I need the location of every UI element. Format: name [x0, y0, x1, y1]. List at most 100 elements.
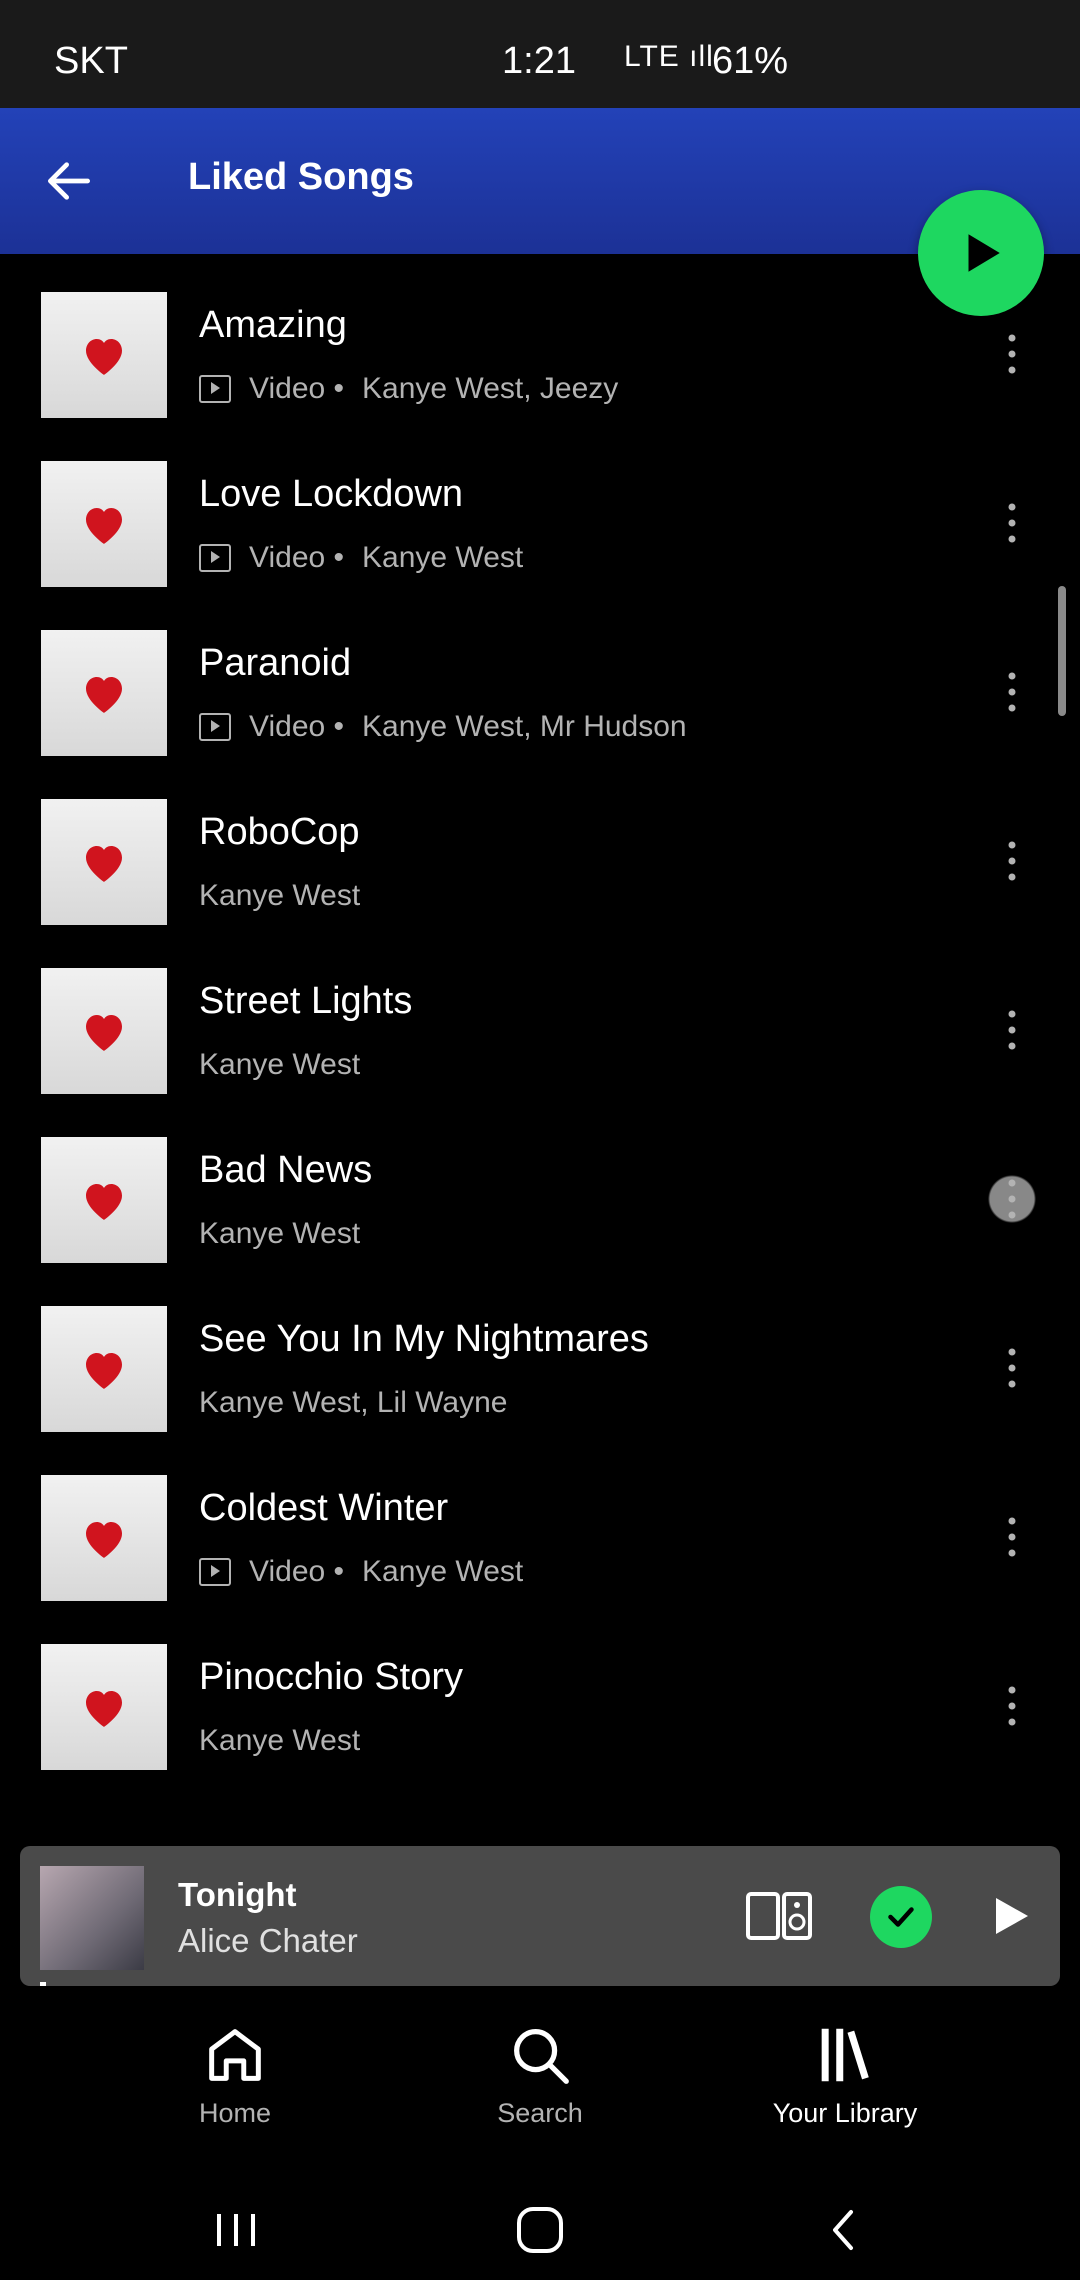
more-options-button[interactable] — [986, 990, 1038, 1070]
devices-icon — [746, 1892, 812, 1940]
more-vertical-icon — [1008, 1517, 1016, 1557]
more-options-button[interactable] — [986, 652, 1038, 732]
heart-icon — [86, 677, 122, 713]
album-art — [41, 1475, 167, 1601]
song-subtitle: Video • Kanye West — [199, 1555, 523, 1589]
video-label: Video • — [249, 372, 345, 405]
song-title: Amazing — [199, 304, 347, 346]
song-subtitle: Kanye West — [199, 1724, 360, 1758]
album-art — [41, 1306, 167, 1432]
recent-apps-button[interactable] — [196, 2190, 276, 2270]
more-vertical-icon — [1008, 334, 1016, 374]
mini-play-button[interactable] — [980, 1886, 1040, 1946]
album-art — [41, 461, 167, 587]
mini-player[interactable]: Tonight Alice Chater — [20, 1846, 1060, 1986]
album-art — [41, 968, 167, 1094]
play-icon — [968, 234, 1000, 272]
song-row[interactable]: Bad News Kanye West — [0, 1099, 1080, 1267]
home-circle-icon — [517, 2207, 563, 2253]
more-vertical-icon — [1008, 841, 1016, 881]
now-playing-artist: Alice Chater — [178, 1922, 358, 1959]
status-bar: SKT 1:21 LTE ıll 61% — [0, 0, 1080, 108]
home-icon — [209, 2029, 261, 2081]
liked-button[interactable] — [870, 1886, 932, 1948]
more-vertical-icon — [1008, 503, 1016, 543]
song-row[interactable]: See You In My Nightmares Kanye West, Lil … — [0, 1268, 1080, 1436]
nav-search-label: Search — [497, 2098, 583, 2128]
system-back-button[interactable] — [803, 2190, 883, 2270]
song-artists: Kanye West — [199, 879, 361, 912]
song-row[interactable]: Love Lockdown Video • Kanye West — [0, 423, 1080, 591]
song-artists: Kanye West — [362, 1555, 524, 1588]
heart-icon — [86, 1353, 122, 1389]
library-icon — [821, 2028, 869, 2082]
play-icon — [996, 1898, 1028, 1934]
song-row[interactable]: Coldest Winter Video • Kanye West — [0, 1437, 1080, 1605]
song-row[interactable]: Paranoid Video • Kanye West, Mr Hudson — [0, 592, 1080, 760]
heart-icon — [86, 846, 122, 882]
song-title: RoboCop — [199, 811, 360, 853]
song-artists: Kanye West, Lil Wayne — [199, 1386, 508, 1419]
carrier-label: SKT — [54, 40, 128, 82]
song-subtitle: Kanye West — [199, 879, 360, 913]
song-row[interactable]: Amazing Video • Kanye West, Jeezy — [0, 254, 1080, 422]
more-vertical-icon — [1008, 1686, 1016, 1726]
more-vertical-icon — [1008, 1010, 1016, 1050]
song-subtitle: Video • Kanye West — [199, 541, 523, 575]
song-title: Pinocchio Story — [199, 1656, 464, 1698]
nav-library[interactable]: Your Library — [745, 2020, 945, 2150]
song-row[interactable]: Pinocchio Story Kanye West — [0, 1606, 1080, 1774]
song-subtitle: Video • Kanye West, Mr Hudson — [199, 710, 687, 744]
song-subtitle: Kanye West — [199, 1048, 360, 1082]
nav-search[interactable]: Search — [440, 2020, 640, 2150]
song-subtitle: Kanye West — [199, 1217, 360, 1251]
song-artists: Kanye West, Mr Hudson — [362, 710, 687, 743]
app-header: Liked Songs — [0, 108, 1080, 254]
more-options-button[interactable] — [986, 483, 1038, 563]
more-vertical-icon — [1008, 1179, 1016, 1219]
check-icon — [888, 1907, 914, 1927]
search-icon — [514, 2029, 569, 2084]
more-vertical-icon — [1008, 1348, 1016, 1388]
nav-home[interactable]: Home — [135, 2020, 335, 2150]
song-title: Coldest Winter — [199, 1487, 449, 1529]
more-options-button[interactable] — [986, 314, 1038, 394]
song-artists: Kanye West, Jeezy — [362, 372, 619, 405]
video-label: Video • — [249, 1555, 345, 1588]
more-options-button[interactable] — [986, 1159, 1038, 1239]
back-button[interactable] — [36, 148, 102, 214]
song-artists: Kanye West — [199, 1724, 361, 1757]
recent-apps-icon — [217, 2214, 255, 2246]
album-art — [41, 1644, 167, 1770]
song-artists: Kanye West — [199, 1048, 361, 1081]
heart-icon — [86, 339, 122, 375]
more-options-button[interactable] — [986, 1497, 1038, 1577]
page-title: Liked Songs — [188, 156, 414, 198]
shuffle-play-button[interactable] — [918, 190, 1044, 316]
song-title: See You In My Nightmares — [199, 1318, 649, 1360]
heart-icon — [86, 1691, 122, 1727]
song-artists: Kanye West — [199, 1217, 361, 1250]
song-title: Paranoid — [199, 642, 352, 684]
network-indicator: LTE ıll — [624, 40, 714, 73]
album-art — [40, 1866, 144, 1970]
scrollbar-thumb[interactable] — [1058, 586, 1066, 716]
song-row[interactable]: Street Lights Kanye West — [0, 930, 1080, 1098]
video-icon — [199, 544, 231, 572]
song-title: Bad News — [199, 1149, 373, 1191]
heart-icon — [86, 1184, 122, 1220]
connect-device-button[interactable] — [744, 1888, 814, 1944]
more-options-button[interactable] — [986, 1666, 1038, 1746]
song-artists: Kanye West — [362, 541, 524, 574]
system-navigation-bar — [0, 2170, 1080, 2280]
song-row[interactable]: RoboCop Kanye West — [0, 761, 1080, 929]
nav-home-label: Home — [198, 2098, 272, 2128]
video-icon — [199, 713, 231, 741]
album-art — [41, 799, 167, 925]
playback-progress — [40, 1982, 46, 1986]
battery-level: 61% — [712, 40, 789, 82]
song-subtitle: Video • Kanye West, Jeezy — [199, 372, 618, 406]
home-system-button[interactable] — [500, 2190, 580, 2270]
more-options-button[interactable] — [986, 1328, 1038, 1408]
more-options-button[interactable] — [986, 821, 1038, 901]
